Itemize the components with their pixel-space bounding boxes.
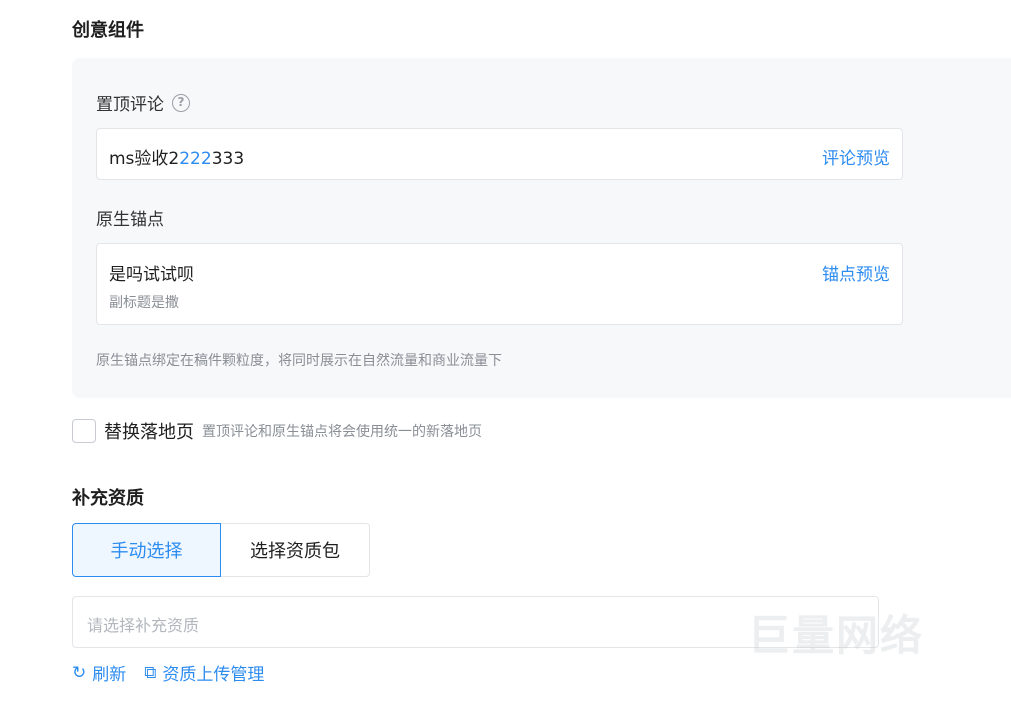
pinned-comment-label: 置顶评论 ?: [96, 90, 190, 115]
replace-landing-checkbox[interactable]: [72, 419, 96, 443]
replace-landing-row[interactable]: 替换落地页 置顶评论和原生锚点将会使用统一的新落地页: [72, 418, 482, 444]
refresh-button[interactable]: ↻ 刷新: [72, 660, 127, 686]
replace-landing-desc: 置顶评论和原生锚点将会使用统一的新落地页: [202, 424, 482, 440]
anchor-label: 原生锚点: [96, 205, 164, 230]
qualification-actions: ↻ 刷新 ⧉ 资质上传管理: [72, 660, 265, 686]
refresh-icon: ↻: [72, 662, 87, 683]
anchor-label-text: 原生锚点: [96, 210, 164, 230]
tab-manual-select[interactable]: 手动选择: [72, 523, 221, 577]
watermark-logo: 巨量网络: [748, 611, 925, 660]
tab-select-package[interactable]: 选择资质包: [221, 523, 370, 577]
anchor-hint: 原生锚点绑定在稿件颗粒度，将同时展示在自然流量和商业流量下: [96, 353, 502, 369]
anchor-preview-link[interactable]: 锚点预览: [822, 260, 890, 285]
qualification-select-placeholder: 请选择补充资质: [87, 616, 200, 635]
refresh-label: 刷新: [92, 665, 127, 685]
qualification-tabs: 手动选择 选择资质包: [72, 523, 370, 577]
pinned-comment-label-text: 置顶评论: [96, 95, 164, 115]
comment-preview-link[interactable]: 评论预览: [822, 144, 890, 169]
anchor-title: 是吗试试呗: [109, 265, 194, 285]
creative-panel: [72, 58, 1011, 398]
question-circle-icon[interactable]: ?: [172, 93, 190, 112]
pinned-comment-value: ms验收2222333: [109, 149, 245, 169]
upload-manage-button[interactable]: ⧉ 资质上传管理: [144, 660, 265, 686]
external-link-icon: ⧉: [144, 662, 157, 683]
replace-landing-label[interactable]: 替换落地页: [104, 418, 194, 444]
upload-manage-label: 资质上传管理: [162, 665, 265, 685]
section-title-creative: 创意组件: [72, 20, 144, 41]
pinned-comment-input[interactable]: ms验收2222333 评论预览: [96, 128, 903, 180]
anchor-subtitle: 副标题是撒: [109, 295, 179, 311]
anchor-input[interactable]: 是吗试试呗 副标题是撒 锚点预览: [96, 243, 903, 325]
section-title-qualification: 补充资质: [72, 488, 144, 509]
